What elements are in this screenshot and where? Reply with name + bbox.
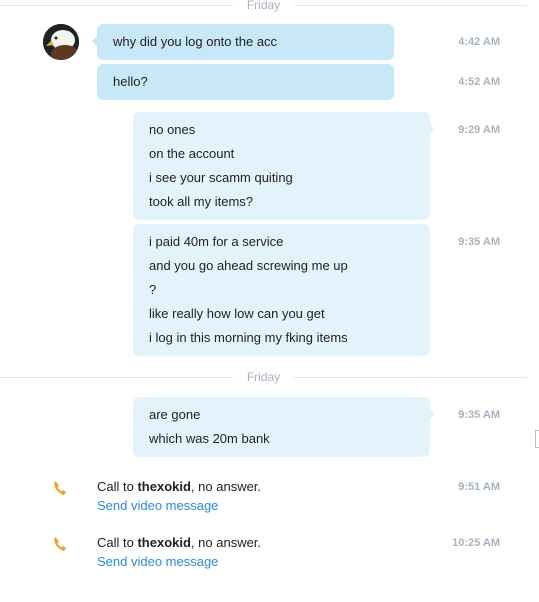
outgoing-message[interactable]: i paid 40m for a service and you go ahea… [133,224,430,356]
call-time: 9:51 AM [458,481,500,493]
message-line: i paid 40m for a service [149,234,284,249]
day-divider-label: Friday [232,0,295,13]
message-line: and you go ahead screwing me up [149,258,348,273]
message-line: on the account [149,146,235,161]
call-contact-name: thexokid [137,535,191,550]
message-line: which was 20m bank [149,431,270,446]
message-line: ? [149,282,157,297]
message-time: 4:52 AM [458,76,500,88]
day-divider: Friday [0,0,527,13]
eagle-avatar-icon [43,24,79,60]
call-prefix: Call to [97,479,138,494]
phone-icon [54,537,66,551]
incoming-message[interactable]: why did you log onto the acc [92,24,394,60]
call-time: 10:25 AM [452,537,500,549]
message-line: i see your scamm quiting [149,170,293,185]
call-status-text: Call to thexokid, no answer. [97,535,261,551]
message-line: why did you log onto the acc [113,34,278,49]
outgoing-message[interactable]: no ones on the account i see your scamm … [133,112,435,220]
call-suffix: , no answer. [190,479,262,494]
incoming-message[interactable]: hello? [97,64,394,100]
call-suffix: , no answer. [190,535,262,550]
call-contact-name: thexokid [137,479,191,494]
call-event: Call to thexokid, no answer. Send video … [52,535,452,579]
bubble-notch [92,36,97,46]
message-time: 9:35 AM [458,236,500,248]
call-event: Call to thexokid, no answer. Send video … [52,479,452,523]
message-line: i log in this morning my fking items [149,330,348,345]
day-divider-label: Friday [232,369,295,385]
message-time: 9:29 AM [458,124,500,136]
send-video-message-link[interactable]: Send video message [97,498,218,514]
message-line: no ones [149,122,196,137]
outgoing-message[interactable]: are gone which was 20m bank [133,397,435,457]
message-line: hello? [113,74,148,89]
scrollbar-edge[interactable] [535,430,539,448]
day-divider: Friday [0,369,527,385]
message-line: like really how low can you get [149,306,325,321]
message-time: 9:35 AM [458,409,500,421]
contact-avatar[interactable] [43,24,79,60]
call-prefix: Call to [97,535,138,550]
phone-icon [54,481,66,495]
message-time: 4:42 AM [458,36,500,48]
call-status-text: Call to thexokid, no answer. [97,479,261,495]
message-line: took all my items? [149,194,254,209]
send-video-message-link[interactable]: Send video message [97,554,218,570]
message-line: are gone [149,407,201,422]
